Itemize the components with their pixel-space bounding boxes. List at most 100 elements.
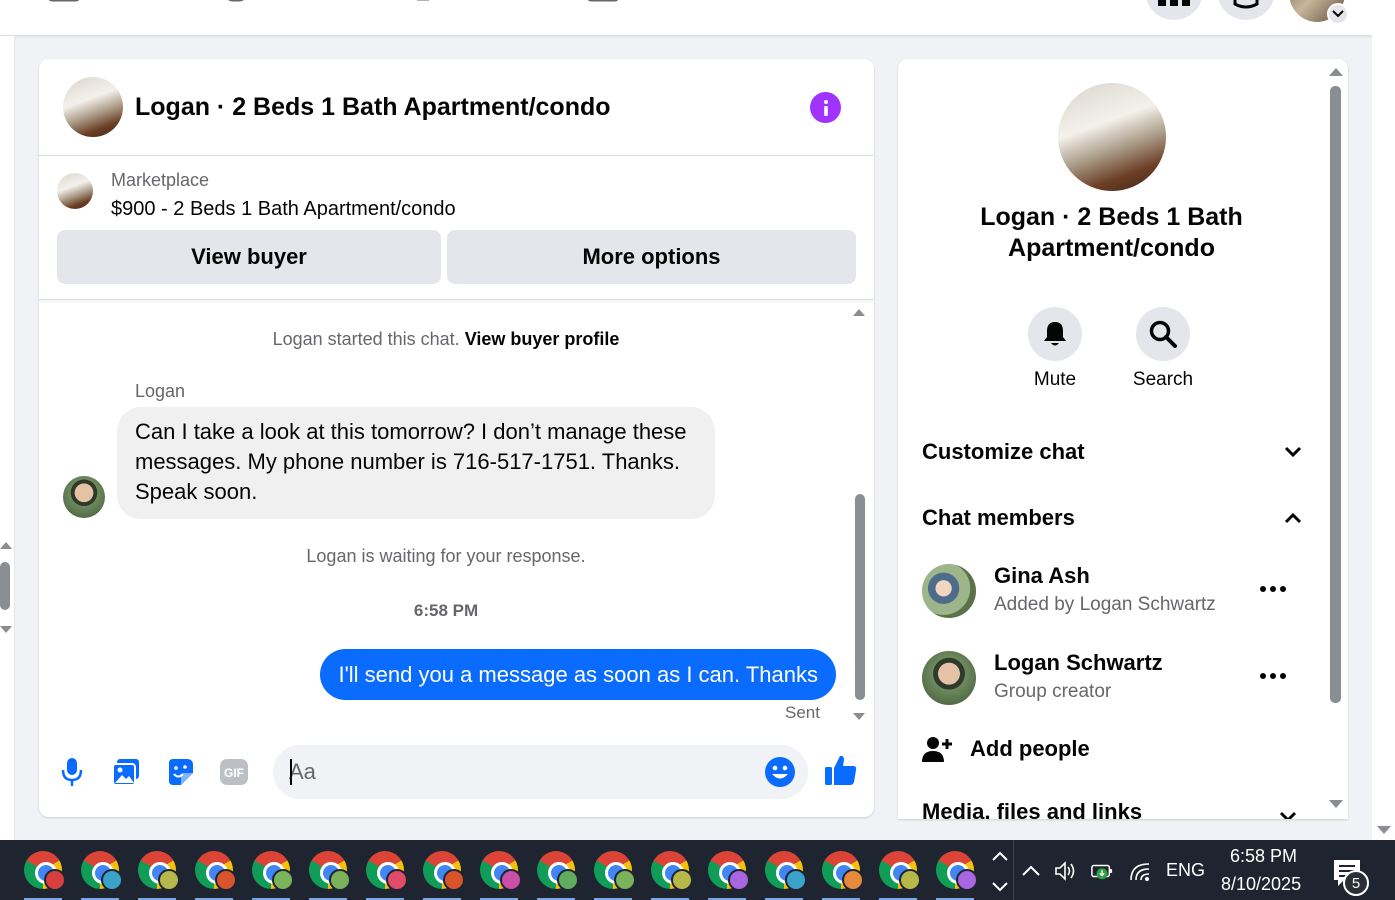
voice-clip-button[interactable] — [55, 755, 89, 789]
chrome-taskbar-icon[interactable] — [252, 851, 294, 900]
left-scroll-thumb[interactable] — [0, 562, 10, 610]
thread-scroll-down-arrow[interactable] — [853, 713, 865, 720]
chrome-taskbar-icon[interactable] — [81, 851, 123, 900]
menu-button[interactable] — [1145, 0, 1203, 20]
chrome-profile-badge-icon — [671, 869, 693, 891]
marketplace-nav-icon[interactable] — [46, 0, 82, 10]
search-action[interactable]: Search — [1118, 307, 1208, 391]
message-thread: Logan started this chat. View buyer prof… — [39, 301, 874, 729]
search-icon — [1149, 320, 1177, 348]
account-dropdown-button[interactable] — [1327, 3, 1349, 25]
chrome-profile-badge-icon — [785, 869, 807, 891]
outgoing-message-bubble[interactable]: I'll send you a message as soon as I can… — [320, 649, 836, 700]
chrome-taskbar-icon[interactable] — [708, 851, 750, 900]
conversation-info-button[interactable] — [810, 92, 841, 123]
panel-scroll-down-arrow[interactable] — [1329, 800, 1343, 808]
member-name[interactable]: Gina Ash — [994, 563, 1090, 589]
chat-members-section[interactable]: Chat members — [922, 498, 1302, 538]
chrome-taskbar-icon[interactable] — [822, 851, 864, 900]
chrome-taskbar-icon[interactable] — [195, 851, 237, 900]
message-input[interactable] — [289, 745, 749, 799]
friends-nav-icon[interactable] — [225, 0, 261, 10]
top-navigation-bar — [0, 0, 1372, 36]
view-buyer-button[interactable]: View buyer — [57, 230, 441, 284]
thread-scroll-thumb[interactable] — [855, 494, 865, 700]
chrome-taskbar-icon[interactable] — [24, 851, 66, 900]
search-button[interactable] — [1136, 307, 1190, 361]
chrome-taskbar-icon[interactable] — [651, 851, 693, 900]
conversation-avatar[interactable] — [1058, 83, 1166, 191]
listing-thumbnail[interactable] — [57, 173, 93, 209]
chrome-taskbar-icon[interactable] — [366, 851, 408, 900]
member-row[interactable]: Gina Ash Added by Logan Schwartz — [922, 561, 1302, 621]
chrome-taskbar-icon[interactable] — [936, 851, 978, 900]
attach-media-button[interactable] — [109, 755, 143, 789]
emoji-icon[interactable] — [764, 756, 796, 788]
chrome-profile-badge-icon — [899, 869, 921, 891]
left-scroll-down-arrow[interactable] — [0, 626, 12, 633]
incoming-message-bubble[interactable]: Can I take a look at this tomorrow? I do… — [117, 407, 715, 519]
sender-avatar[interactable] — [63, 476, 105, 518]
thumbs-up-icon — [825, 755, 857, 785]
member-avatar[interactable] — [922, 651, 976, 705]
volume-icon[interactable] — [1054, 860, 1076, 882]
sticker-icon — [169, 759, 193, 785]
more-options-button[interactable]: More options — [447, 230, 856, 284]
chrome-taskbar-icon[interactable] — [537, 851, 579, 900]
chrome-profile-badge-icon — [272, 869, 294, 891]
search-label: Search — [1132, 369, 1194, 390]
member-options-button[interactable] — [1258, 577, 1288, 601]
chrome-profile-badge-icon — [557, 869, 579, 891]
chrome-taskbar-icon[interactable] — [138, 851, 180, 900]
panel-scroll-thumb[interactable] — [1330, 86, 1341, 703]
language-indicator[interactable]: ENG — [1166, 860, 1205, 881]
page-scroll-down-arrow[interactable] — [1377, 826, 1391, 834]
groups-nav-icon[interactable] — [585, 0, 621, 10]
battery-icon[interactable] — [1091, 860, 1113, 882]
chat-start-text: Logan started this chat. — [272, 329, 460, 349]
text-caret — [290, 759, 292, 785]
left-sidebar-edge — [0, 36, 15, 840]
view-buyer-profile-link[interactable]: View buyer profile — [465, 329, 620, 349]
member-row[interactable]: Logan Schwartz Group creator — [922, 648, 1302, 708]
message-status: Sent — [785, 703, 820, 722]
clock-date[interactable]: 8/10/2025 — [1221, 874, 1301, 895]
page-scrollbar-area[interactable] — [1372, 0, 1395, 840]
member-options-button[interactable] — [1258, 664, 1288, 688]
gaming-nav-icon[interactable] — [763, 0, 799, 10]
more-dots-icon — [1260, 673, 1286, 679]
gif-button[interactable]: GIF — [217, 755, 251, 789]
wifi-icon[interactable] — [1129, 860, 1151, 882]
taskbar-scroll-arrows[interactable] — [989, 846, 1011, 896]
chrome-taskbar-icon[interactable] — [309, 851, 351, 900]
member-name[interactable]: Logan Schwartz — [994, 650, 1163, 676]
listing-title[interactable]: $900 - 2 Beds 1 Bath Apartment/condo — [111, 198, 456, 221]
add-people-button[interactable]: Add people — [922, 731, 1222, 767]
chat-avatar[interactable] — [63, 77, 123, 137]
member-avatar[interactable] — [922, 564, 976, 618]
show-hidden-icons-icon[interactable] — [1020, 860, 1042, 882]
chrome-taskbar-icon[interactable] — [594, 851, 636, 900]
sticker-button[interactable] — [163, 755, 197, 789]
send-like-button[interactable] — [824, 753, 858, 787]
customize-chat-section[interactable]: Customize chat — [922, 432, 1302, 472]
chrome-taskbar-icon[interactable] — [879, 851, 921, 900]
chrome-profile-badge-icon — [443, 869, 465, 891]
media-files-section[interactable]: Media, files and links — [922, 799, 1302, 819]
clock-time[interactable]: 6:58 PM — [1230, 846, 1297, 867]
message-input-container[interactable] — [273, 745, 808, 799]
notifications-button[interactable] — [1217, 0, 1275, 20]
thread-scroll-up-arrow[interactable] — [853, 309, 865, 316]
mute-button[interactable] — [1028, 307, 1082, 361]
chrome-taskbar-icon[interactable] — [423, 851, 465, 900]
chrome-taskbar-icon[interactable] — [765, 851, 807, 900]
chat-start-notice: Logan started this chat. View buyer prof… — [39, 329, 853, 350]
panel-scroll-up-arrow[interactable] — [1329, 68, 1343, 76]
video-nav-icon[interactable] — [405, 0, 441, 10]
gif-icon: GIF — [220, 759, 248, 785]
mute-action[interactable]: Mute — [1010, 307, 1100, 391]
chat-title[interactable]: Logan · 2 Beds 1 Bath Apartment/condo — [135, 93, 611, 122]
chevron-down-icon — [1284, 446, 1302, 458]
left-scroll-up-arrow[interactable] — [0, 542, 12, 549]
chrome-taskbar-icon[interactable] — [480, 851, 522, 900]
